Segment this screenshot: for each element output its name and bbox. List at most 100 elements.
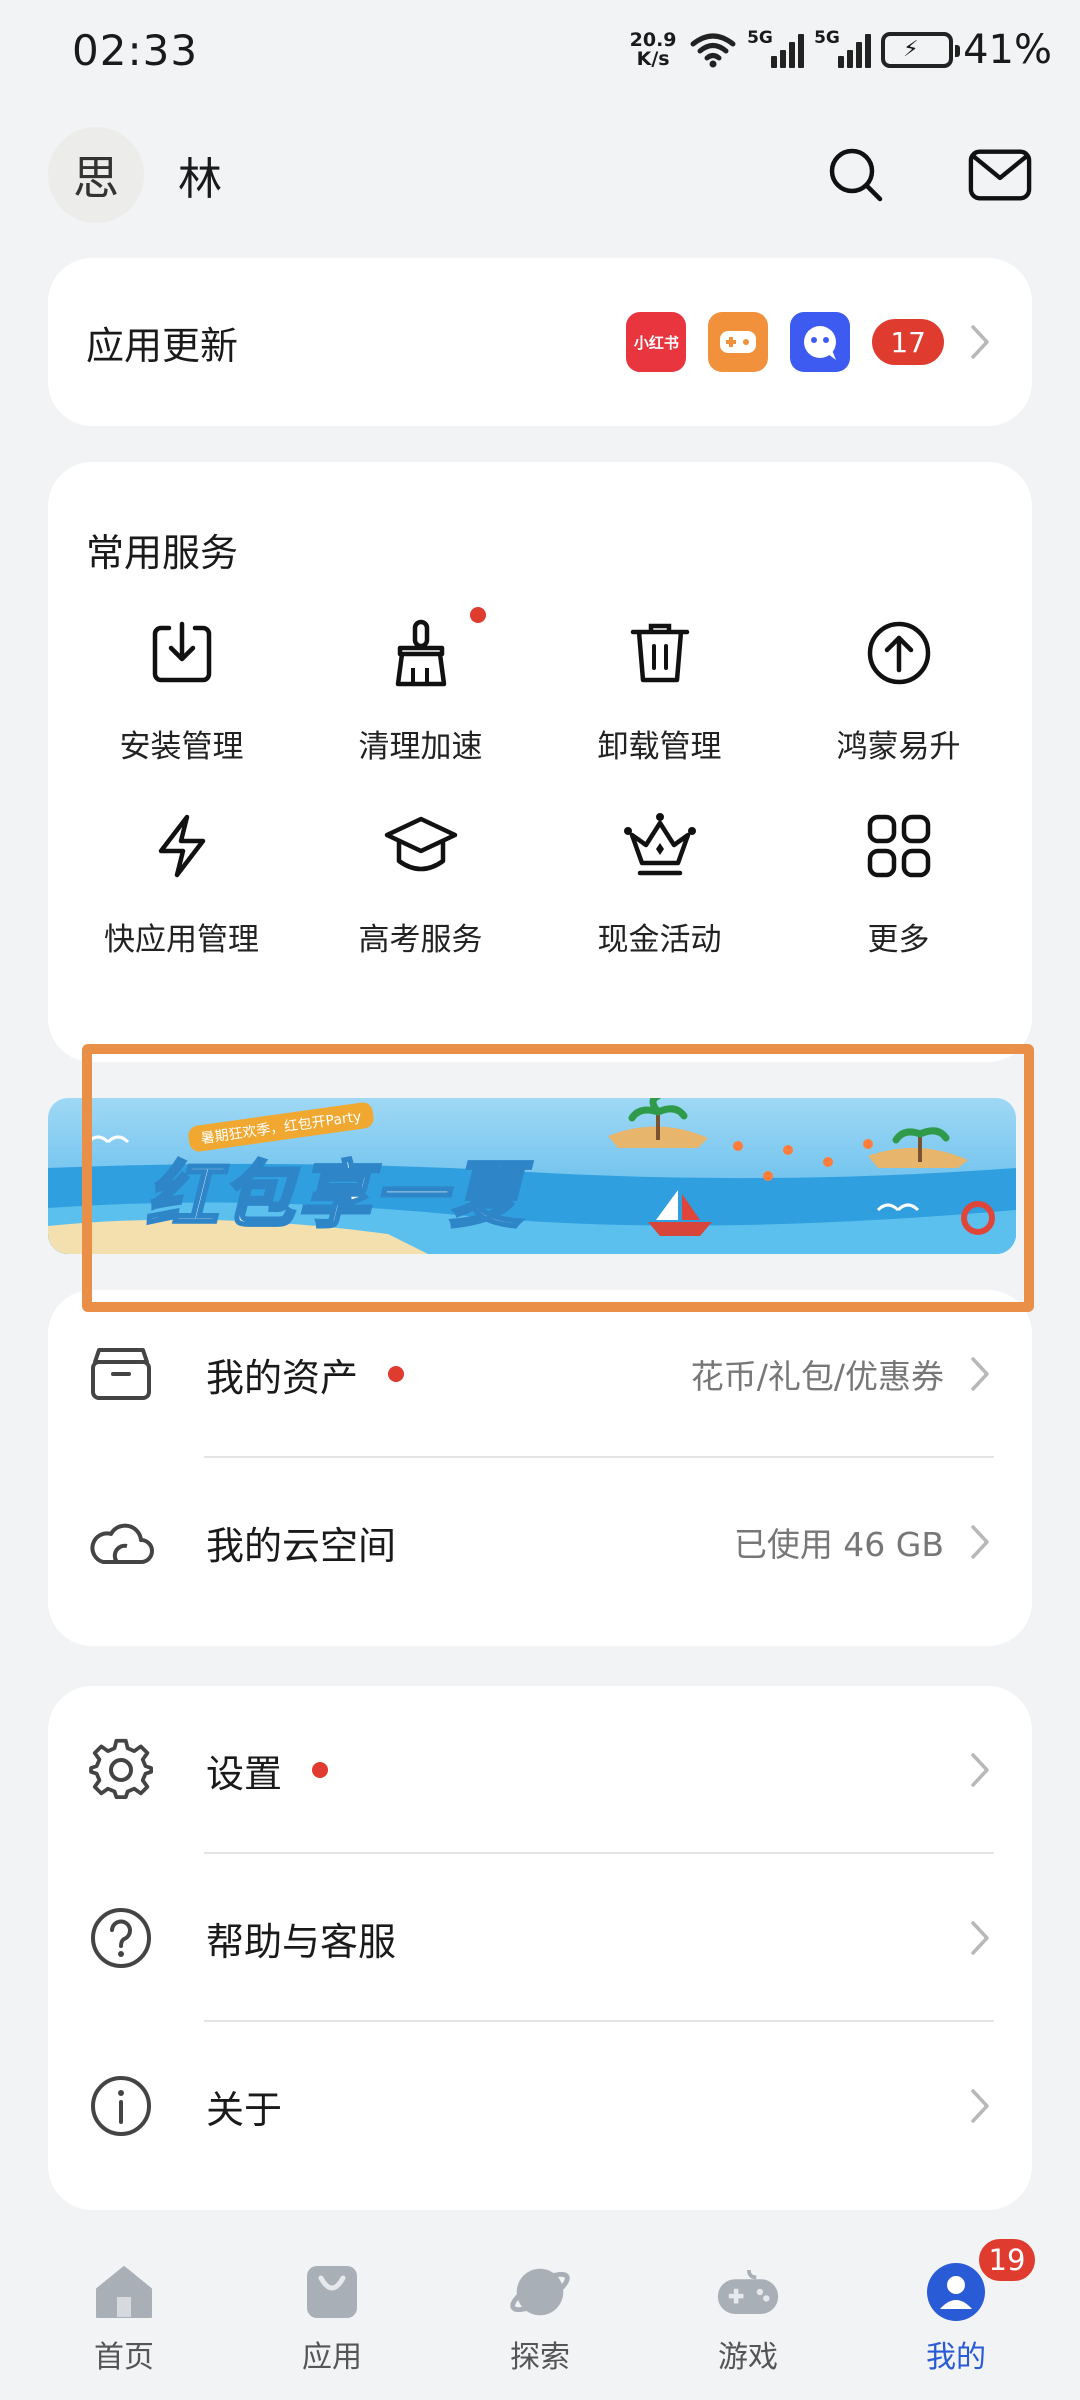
service-more[interactable]: 更多 xyxy=(779,806,1018,959)
graduation-cap-icon xyxy=(381,806,461,886)
row-label: 我的云空间 xyxy=(206,1523,397,1568)
row-my-cloud[interactable]: 我的云空间 已使用 46 GB xyxy=(48,1458,1032,1626)
chevron-right-icon xyxy=(966,1750,994,1790)
net-speed-unit: K/s xyxy=(636,48,670,70)
row-label: 关于 xyxy=(206,2087,283,2132)
row-label: 我的资产 xyxy=(206,1355,359,1400)
net-speed: 20.9 K/s xyxy=(627,31,679,69)
tab-label: 游戏 xyxy=(718,2340,778,2375)
chevron-right-icon xyxy=(966,2086,994,2126)
service-label: 现金活动 xyxy=(597,922,722,958)
gamepad-icon xyxy=(716,2260,780,2324)
row-label: 设置 xyxy=(206,1751,283,1796)
lightning-icon xyxy=(142,806,222,886)
chevron-right-icon xyxy=(966,1522,994,1562)
service-label: 鸿蒙易升 xyxy=(836,729,961,765)
update-count-badge: 17 xyxy=(872,319,944,365)
bag-icon xyxy=(300,2260,364,2324)
tab-label: 探索 xyxy=(510,2340,570,2375)
row-help[interactable]: 帮助与客服 xyxy=(48,1854,1032,2022)
chevron-right-icon xyxy=(966,1354,994,1394)
service-clean-speedup[interactable]: 清理加速 xyxy=(301,607,540,766)
service-label: 安装管理 xyxy=(119,729,244,765)
services-title: 常用服务 xyxy=(86,531,239,575)
app-update-title: 应用更新 xyxy=(86,323,239,368)
tab-label: 首页 xyxy=(94,2340,154,2375)
service-gaokao[interactable]: 高考服务 xyxy=(301,806,540,959)
notification-dot xyxy=(388,1366,405,1382)
app-update-card[interactable]: 应用更新 小红书 17 xyxy=(48,258,1032,426)
profile-actions xyxy=(824,143,1032,207)
bottom-tab-bar: 首页 应用 探索 游戏 19 我的 xyxy=(0,2226,1080,2400)
services-grid: 安装管理 清理加速 卸载管理 鸿蒙易升 快应用管理 高考服务 现金活动 更多 xyxy=(62,607,1018,959)
tab-games[interactable]: 游戏 xyxy=(658,2226,838,2400)
service-harmony-upgrade[interactable]: 鸿蒙易升 xyxy=(779,613,1018,766)
search-button[interactable] xyxy=(824,143,888,207)
crown-icon xyxy=(620,806,700,886)
wallet-box-icon xyxy=(86,1339,156,1409)
xiaohongshu-app-icon: 小红书 xyxy=(626,312,687,372)
row-value: 花币/礼包/优惠券 xyxy=(690,1357,944,1396)
notification-dot xyxy=(470,607,486,623)
service-install-manager[interactable]: 安装管理 xyxy=(62,613,301,766)
profile-bar: 思 林 xyxy=(0,120,1080,230)
promo-banner[interactable]: 暑期狂欢季，红包开Party 红包享一夏 xyxy=(48,1098,1016,1254)
tab-apps[interactable]: 应用 xyxy=(242,2226,422,2400)
battery-icon: ⚡ xyxy=(881,32,961,68)
chevron-right-icon xyxy=(966,1918,994,1958)
service-label: 清理加速 xyxy=(358,729,483,765)
row-settings[interactable]: 设置 xyxy=(48,1686,1032,1854)
service-label: 卸载管理 xyxy=(597,729,722,765)
service-quick-app-manager[interactable]: 快应用管理 xyxy=(62,806,301,959)
tab-label: 应用 xyxy=(302,2340,362,2375)
game-center-app-icon xyxy=(708,312,769,372)
app-update-summary: 小红书 17 xyxy=(626,312,994,372)
settings-card: 设置 帮助与客服 关于 xyxy=(48,1686,1032,2210)
signal-icon-2: 5G xyxy=(814,28,872,68)
service-label: 更多 xyxy=(867,922,930,958)
grid-icon xyxy=(859,806,939,886)
tab-label: 我的 xyxy=(926,2340,986,2375)
home-icon xyxy=(92,2260,156,2324)
status-time: 02:33 xyxy=(72,25,199,75)
battery-percent: 41% xyxy=(963,27,1052,73)
status-bar: 02:33 20.9 K/s 5G 5G ⚡ 41% xyxy=(0,0,1080,100)
services-card: 常用服务 安装管理 清理加速 卸载管理 鸿蒙易升 快应用管理 高考服务 现金活动… xyxy=(48,462,1032,1062)
user-name[interactable]: 林 xyxy=(178,143,222,207)
tab-home[interactable]: 首页 xyxy=(34,2226,214,2400)
row-value: 已使用 46 GB xyxy=(733,1525,944,1564)
signal-label-2: 5G xyxy=(814,28,840,48)
mail-icon xyxy=(968,149,1032,201)
assets-card: 我的资产 花币/礼包/优惠券 我的云空间 已使用 46 GB xyxy=(48,1290,1032,1646)
mail-button[interactable] xyxy=(968,143,1032,207)
cloud-icon xyxy=(86,1507,156,1577)
arrow-up-circle-icon xyxy=(859,613,939,693)
wifi-icon xyxy=(690,33,736,68)
row-about[interactable]: 关于 xyxy=(48,2022,1032,2190)
planet-icon xyxy=(508,2260,572,2324)
service-uninstall-manager[interactable]: 卸载管理 xyxy=(540,613,779,766)
service-cash-activity[interactable]: 现金活动 xyxy=(540,806,779,959)
notification-dot xyxy=(312,1762,329,1778)
signal-icon: 5G xyxy=(747,28,805,68)
signal-label: 5G xyxy=(747,28,773,48)
info-icon xyxy=(86,2071,156,2141)
trash-icon xyxy=(620,613,700,693)
avatar[interactable]: 思 xyxy=(48,127,144,223)
tab-explore[interactable]: 探索 xyxy=(450,2226,630,2400)
brush-icon xyxy=(381,613,461,693)
chevron-right-icon xyxy=(966,322,994,362)
status-icons: 20.9 K/s 5G 5G ⚡ 41% xyxy=(627,27,1052,73)
row-label: 帮助与客服 xyxy=(206,1919,397,1964)
service-label: 高考服务 xyxy=(358,922,483,958)
search-icon xyxy=(829,148,883,202)
chat-app-icon xyxy=(790,312,851,372)
tab-me[interactable]: 19 我的 xyxy=(866,2226,1046,2400)
row-my-assets[interactable]: 我的资产 花币/礼包/优惠券 xyxy=(48,1290,1032,1458)
download-box-icon xyxy=(142,613,222,693)
service-label: 快应用管理 xyxy=(104,922,259,958)
gear-icon xyxy=(86,1735,156,1805)
question-icon xyxy=(86,1903,156,1973)
tab-badge: 19 xyxy=(976,2236,1038,2284)
banner-headline: 红包享一夏 xyxy=(144,1152,527,1239)
